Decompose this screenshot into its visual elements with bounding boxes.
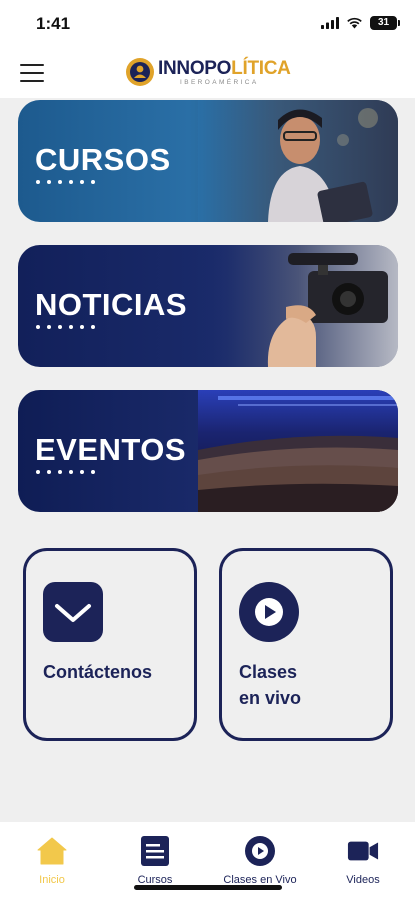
banner-title: EVENTOS — [35, 432, 187, 467]
contact-card-label: Contáctenos — [43, 662, 153, 682]
logo-emblem-icon — [126, 58, 154, 86]
play-icon — [245, 836, 275, 866]
live-classes-card[interactable]: Clases en vivo — [219, 548, 393, 741]
banner-cursos-photo — [198, 100, 398, 222]
nav-label: Inicio — [39, 874, 65, 886]
battery-level: 31 — [377, 17, 390, 28]
banner-dots — [36, 470, 95, 474]
logo-text: INNOPOLÍTICA — [158, 58, 291, 79]
home-indicator — [134, 885, 282, 890]
banner-noticias-photo — [198, 245, 398, 367]
banner-cursos[interactable]: CURSOS — [18, 100, 398, 222]
app-header: INNOPOLÍTICA IBEROAMÉRICA — [0, 48, 415, 98]
banner-eventos[interactable]: EVENTOS — [18, 390, 398, 512]
nav-item-inicio[interactable]: Inicio — [7, 834, 97, 894]
wifi-icon — [347, 17, 362, 29]
menu-icon[interactable] — [20, 64, 44, 82]
banner-title: NOTICIAS — [35, 287, 188, 322]
mail-icon — [43, 582, 103, 642]
video-camera-icon — [347, 841, 379, 861]
status-bar: 1:41 31 — [0, 0, 415, 48]
status-icons: 31 — [321, 16, 400, 30]
banner-title: CURSOS — [35, 142, 171, 177]
nav-item-videos[interactable]: Videos — [318, 834, 408, 894]
status-time: 1:41 — [36, 14, 71, 33]
live-classes-card-label: Clases en vivo — [239, 662, 302, 708]
nav-label: Videos — [346, 874, 380, 886]
battery-icon: 31 — [370, 16, 400, 30]
home-icon — [37, 837, 67, 865]
play-icon — [239, 582, 299, 642]
document-icon — [141, 836, 169, 866]
banner-noticias[interactable]: NOTICIAS — [18, 245, 398, 367]
banner-eventos-photo — [198, 390, 398, 512]
contact-card[interactable]: Contáctenos — [23, 548, 197, 741]
banner-dots — [36, 180, 95, 184]
logo: INNOPOLÍTICA IBEROAMÉRICA — [124, 54, 294, 90]
logo-subtitle: IBEROAMÉRICA — [180, 79, 259, 86]
banner-dots — [36, 325, 95, 329]
cellular-signal-icon — [321, 17, 339, 29]
